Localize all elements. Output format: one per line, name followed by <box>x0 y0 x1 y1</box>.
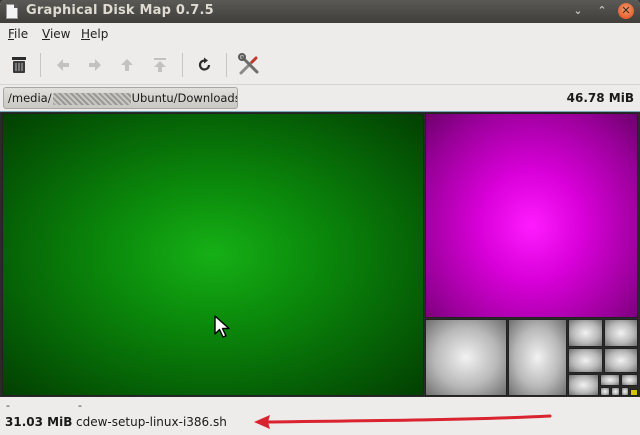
file-tile-small[interactable] <box>621 387 629 396</box>
forward-button[interactable] <box>81 51 109 79</box>
path-suffix: Ubuntu/Downloads <box>131 91 238 105</box>
file-tile-small[interactable] <box>604 348 638 373</box>
refresh-button[interactable] <box>191 51 219 79</box>
app-window: Graphical Disk Map 0.7.5 ⌄ ⌃ ✕ File View… <box>0 0 640 435</box>
window-title: Graphical Disk Map 0.7.5 <box>26 3 214 18</box>
file-tile-small[interactable] <box>600 374 620 386</box>
menu-file[interactable]: File <box>8 27 28 41</box>
file-tile-small[interactable] <box>621 374 638 386</box>
status-dash-right: - <box>78 399 82 412</box>
redacted-segment <box>52 92 131 105</box>
title-bar[interactable]: Graphical Disk Map 0.7.5 ⌄ ⌃ ✕ <box>0 0 640 23</box>
path-button[interactable]: /media/Ubuntu/Downloads <box>3 87 238 109</box>
toolbar-separator <box>40 53 41 77</box>
toolbar <box>0 45 640 85</box>
document-icon <box>6 4 18 19</box>
file-tile-small[interactable] <box>568 348 603 373</box>
status-dash-left: - <box>6 399 10 412</box>
file-tile-large[interactable] <box>2 113 424 396</box>
refresh-icon <box>198 57 211 71</box>
file-tile-small[interactable] <box>425 319 507 396</box>
back-button[interactable] <box>49 51 77 79</box>
selected-filename: cdew-setup-linux-i386.sh <box>76 415 227 429</box>
disk-map[interactable] <box>0 111 640 397</box>
file-tile-small[interactable] <box>508 319 567 396</box>
maximize-button[interactable]: ⌃ <box>594 3 610 19</box>
file-tile-medium[interactable] <box>425 113 638 318</box>
top-icon <box>154 58 166 72</box>
path-prefix: /media/ <box>8 91 52 105</box>
preferences-button[interactable] <box>235 51 263 79</box>
back-icon <box>57 59 69 71</box>
file-tile-small[interactable] <box>630 389 638 396</box>
path-bar: /media/Ubuntu/Downloads 46.78 MiB <box>0 85 640 111</box>
total-size: 46.78 MiB <box>566 91 634 105</box>
menu-view[interactable]: View <box>42 27 70 41</box>
preferences-icon <box>238 53 259 75</box>
mouse-pointer-icon <box>214 315 230 338</box>
menu-bar: File View Help <box>0 23 640 45</box>
trash-button[interactable] <box>5 51 33 79</box>
file-tile-small[interactable] <box>568 319 603 347</box>
up-icon <box>121 59 133 71</box>
file-tile-small[interactable] <box>600 387 610 396</box>
menu-help[interactable]: Help <box>81 27 108 41</box>
close-button[interactable]: ✕ <box>618 3 634 19</box>
trash-icon <box>12 57 26 73</box>
up-button[interactable] <box>113 51 141 79</box>
minimize-button[interactable]: ⌄ <box>570 3 586 19</box>
toolbar-separator <box>182 53 183 77</box>
file-tile-small[interactable] <box>568 374 599 396</box>
file-tile-small[interactable] <box>611 387 620 396</box>
toolbar-separator <box>226 53 227 77</box>
top-button[interactable] <box>146 51 174 79</box>
selected-size: 31.03 MiB <box>5 415 73 429</box>
file-tile-small[interactable] <box>604 319 638 347</box>
forward-icon <box>89 59 101 71</box>
annotation-arrow-icon <box>254 414 552 429</box>
